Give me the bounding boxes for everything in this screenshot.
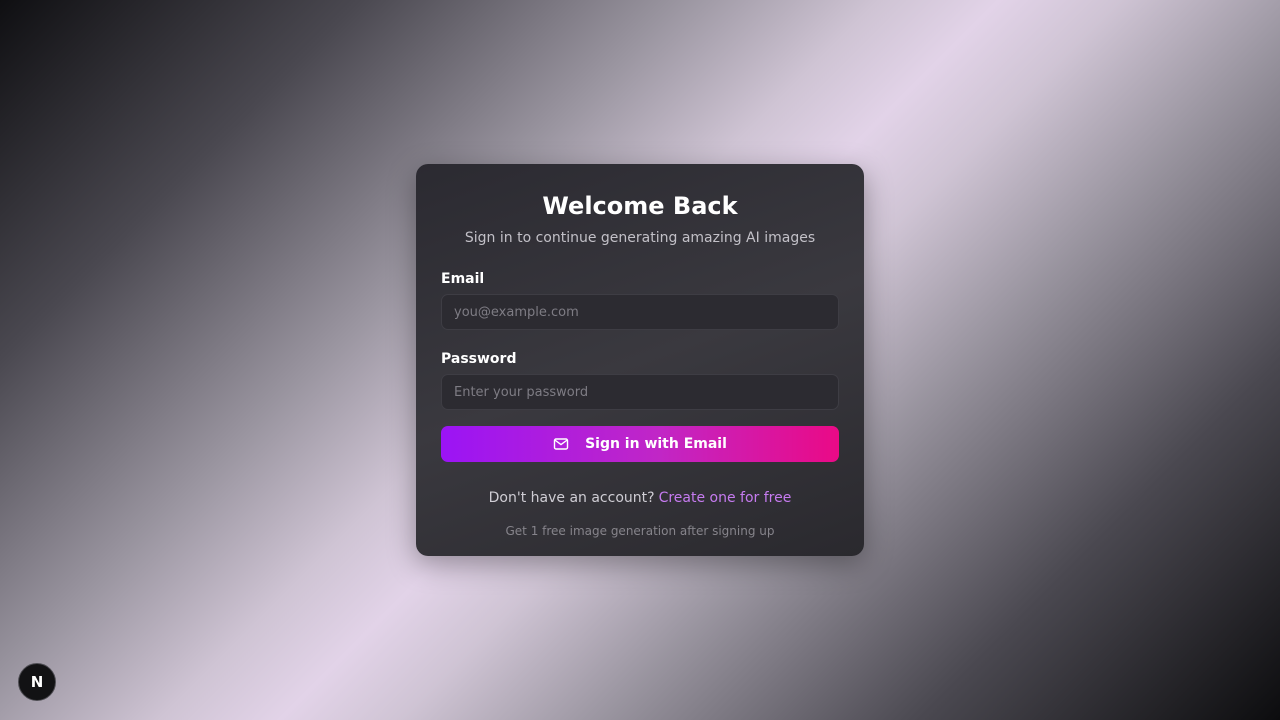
page-subtitle: Sign in to continue generating amazing A… (464, 230, 816, 246)
email-field[interactable] (441, 294, 839, 330)
login-card: Welcome Back Sign in to continue generat… (416, 164, 864, 556)
nextjs-dev-badge[interactable]: N (18, 663, 56, 701)
sign-in-email-label: Sign in with Email (585, 436, 727, 452)
sign-in-email-button[interactable]: Sign in with Email (441, 426, 839, 462)
signup-prompt-row: Don't have an account? Create one for fre… (441, 489, 839, 507)
free-generation-note: Get 1 free image generation after signin… (505, 524, 775, 538)
create-account-link[interactable]: Create one for free (659, 490, 792, 506)
mail-icon (553, 436, 569, 452)
password-label: Password (441, 351, 517, 367)
email-label: Email (441, 271, 485, 287)
password-field[interactable] (441, 374, 839, 410)
signup-prompt: Don't have an account? (488, 490, 655, 506)
nextjs-badge-label: N (30, 673, 44, 691)
page-title: Welcome Back (542, 192, 738, 220)
